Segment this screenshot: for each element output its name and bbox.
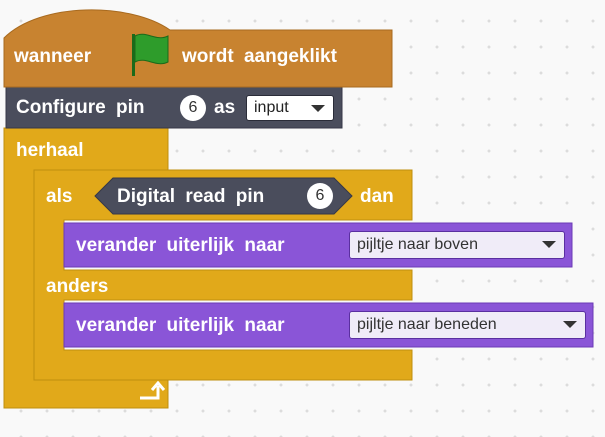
configure-pin-number-input[interactable]: 6 [180,95,206,121]
switch-costume-label-1: verander uiterlijk naar [76,235,285,256]
caret-down-icon [311,105,325,112]
digital-read-pin-number-input[interactable]: 6 [307,183,333,209]
caret-down-icon [542,241,556,248]
hat-label-clicked: wordt aangeklikt [182,46,337,67]
costume-dropdown-1[interactable]: pijltje naar boven [349,231,565,259]
caret-down-icon [563,321,577,328]
switch-costume-label-2: verander uiterlijk naar [76,315,285,336]
hat-label-when: wanneer [14,46,92,67]
else-label: anders [46,276,109,297]
forever-label: herhaal [16,140,84,161]
costume-value-2: pijltje naar beneden [357,316,497,333]
if-label: als [46,186,73,207]
configure-as-label: as [214,97,236,118]
configure-pin-label: Configure pin [16,97,145,118]
digital-read-label: Digital read pin [117,186,265,207]
then-label: dan [360,186,394,207]
costume-value-1: pijltje naar boven [357,236,478,253]
pin-mode-value: input [254,99,289,116]
costume-dropdown-2[interactable]: pijltje naar beneden [349,311,586,339]
pin-mode-dropdown[interactable]: input [246,95,334,121]
